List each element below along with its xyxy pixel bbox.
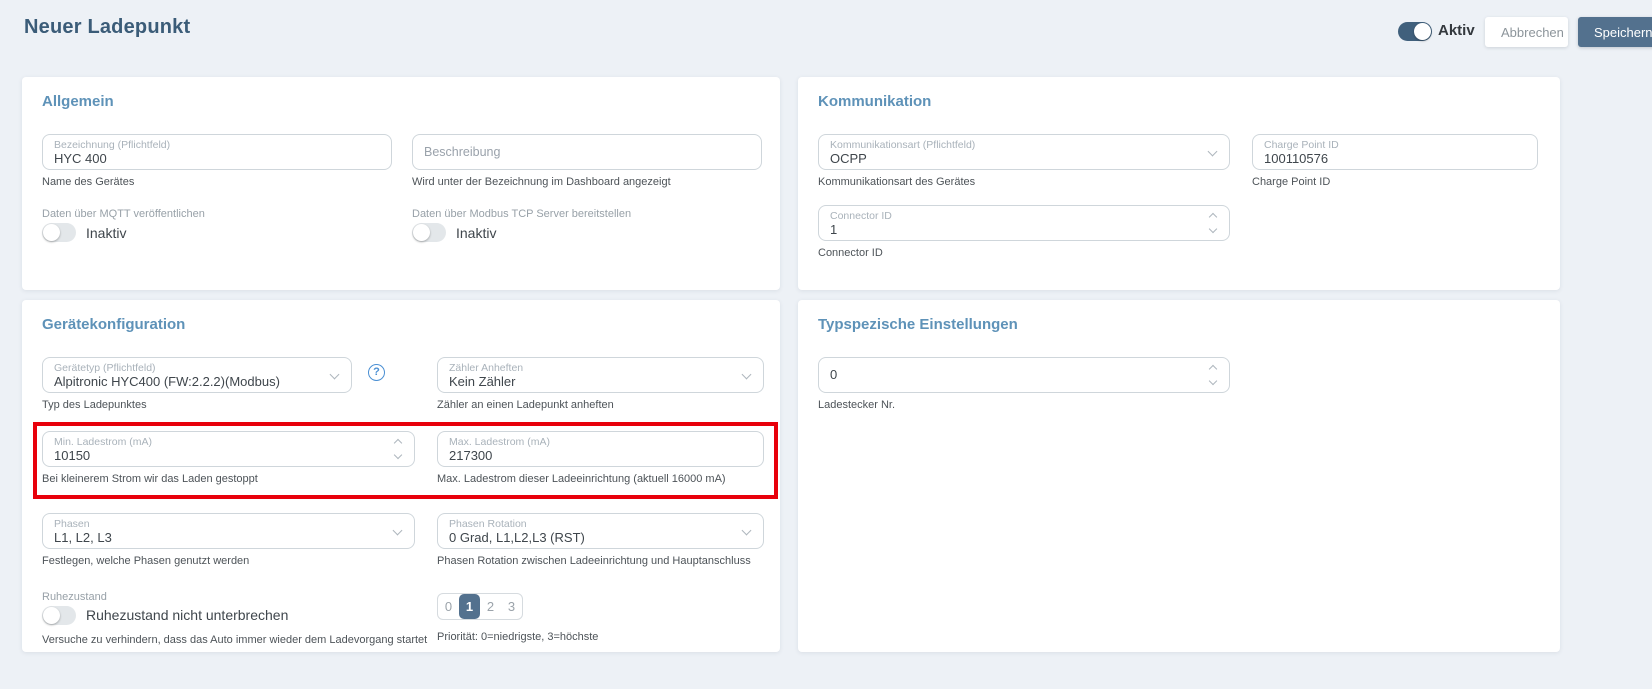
kommunikationsart-label: Kommunikationsart (Pflichtfeld) — [830, 139, 1199, 151]
geraetetyp-value: Alpitronic HYC400 (FW:2.2.2)(Modbus) — [54, 374, 321, 390]
mqtt-toggle-state: Inaktiv — [86, 225, 126, 241]
bezeichnung-input[interactable] — [54, 151, 361, 167]
geraetetyp-select[interactable]: Gerätetyp (Pflichtfeld) Alpitronic HYC40… — [42, 357, 352, 393]
bezeichnung-label: Bezeichnung (Pflichtfeld) — [54, 139, 361, 151]
phasen-helper: Festlegen, welche Phasen genutzt werden — [42, 555, 249, 567]
page-title: Neuer Ladepunkt — [24, 16, 190, 39]
chevron-down-icon — [330, 370, 340, 380]
card-typspezifisch-title: Typspezische Einstellungen — [818, 316, 1018, 333]
toggle-knob-icon — [413, 224, 430, 241]
ruhezustand-label: Ruhezustand — [42, 591, 107, 603]
chevron-down-icon — [1208, 147, 1218, 157]
connector-id-input[interactable] — [830, 222, 1199, 238]
card-kommunikation-title: Kommunikation — [818, 93, 931, 110]
spinner-up-icon[interactable] — [1209, 365, 1217, 373]
modbus-toggle-label: Daten über Modbus TCP Server bereitstell… — [412, 208, 631, 220]
modbus-toggle[interactable] — [412, 223, 446, 242]
active-toggle[interactable] — [1398, 22, 1432, 41]
max-ladestrom-helper: Max. Ladestrom dieser Ladeeinrichtung (a… — [437, 473, 726, 485]
cancel-button[interactable]: Abbrechen — [1485, 17, 1568, 47]
card-allgemein-title: Allgemein — [42, 93, 114, 110]
prioritaet-option-1[interactable]: 1 — [459, 594, 480, 619]
zaehler-helper: Zähler an einen Ladepunkt anheften — [437, 399, 614, 411]
phasen-rotation-value: 0 Grad, L1,L2,L3 (RST) — [449, 530, 733, 546]
beschreibung-field[interactable] — [412, 134, 762, 170]
ladestecker-helper: Ladestecker Nr. — [818, 399, 895, 411]
toggle-knob-icon — [1414, 23, 1431, 40]
geraetetyp-helper: Typ des Ladepunktes — [42, 399, 147, 411]
charge-point-id-helper: Charge Point ID — [1252, 176, 1330, 188]
card-allgemein: Allgemein Bezeichnung (Pflichtfeld) Name… — [22, 77, 780, 290]
card-kommunikation: Kommunikation Kommunikationsart (Pflicht… — [798, 77, 1560, 290]
card-typspezifisch: Typspezische Einstellungen Ladestecker N… — [798, 300, 1560, 652]
zaehler-label: Zähler Anheften — [449, 362, 733, 374]
prioritaet-option-2[interactable]: 2 — [480, 594, 501, 619]
chevron-down-icon — [742, 526, 752, 536]
phasen-rotation-helper: Phasen Rotation zwischen Ladeeinrichtung… — [437, 555, 751, 567]
ladestecker-input[interactable] — [830, 367, 1199, 383]
bezeichnung-field[interactable]: Bezeichnung (Pflichtfeld) — [42, 134, 392, 170]
spinner-up-icon[interactable] — [1209, 213, 1217, 221]
card-geraetekonfiguration-title: Gerätekonfiguration — [42, 316, 185, 333]
ruhezustand-state: Ruhezustand nicht unterbrechen — [86, 607, 288, 623]
min-ladestrom-field[interactable]: Min. Ladestrom (mA) — [42, 431, 415, 467]
spinner-down-icon[interactable] — [1209, 377, 1217, 385]
bezeichnung-helper: Name des Gerätes — [42, 176, 134, 188]
min-ladestrom-label: Min. Ladestrom (mA) — [54, 436, 384, 448]
save-button[interactable]: Speichern — [1578, 17, 1652, 47]
ladestecker-field[interactable] — [818, 357, 1230, 393]
card-geraetekonfiguration: Gerätekonfiguration Gerätetyp (Pflichtfe… — [22, 300, 780, 652]
prioritaet-option-3[interactable]: 3 — [501, 594, 522, 619]
mqtt-toggle-label: Daten über MQTT veröffentlichen — [42, 208, 205, 220]
spinner-down-icon[interactable] — [1209, 225, 1217, 233]
phasen-rotation-label: Phasen Rotation — [449, 518, 733, 530]
kommunikationsart-helper: Kommunikationsart des Gerätes — [818, 176, 975, 188]
phasen-rotation-select[interactable]: Phasen Rotation 0 Grad, L1,L2,L3 (RST) — [437, 513, 764, 549]
chevron-down-icon — [742, 370, 752, 380]
connector-id-field[interactable]: Connector ID — [818, 205, 1230, 241]
beschreibung-helper: Wird unter der Bezeichnung im Dashboard … — [412, 176, 671, 188]
max-ladestrom-label: Max. Ladestrom (mA) — [449, 436, 733, 448]
active-toggle-label: Aktiv — [1438, 22, 1475, 39]
beschreibung-input[interactable] — [424, 144, 731, 160]
toggle-knob-icon — [43, 607, 60, 624]
mqtt-toggle[interactable] — [42, 223, 76, 242]
ruhezustand-toggle[interactable] — [42, 606, 76, 625]
charge-point-id-input[interactable] — [1264, 151, 1507, 167]
min-ladestrom-helper: Bei kleinerem Strom wir das Laden gestop… — [42, 473, 258, 485]
spinner-down-icon[interactable] — [394, 451, 402, 459]
prioritaet-option-0[interactable]: 0 — [438, 594, 459, 619]
charge-point-id-label: Charge Point ID — [1264, 139, 1507, 151]
spinner-up-icon[interactable] — [394, 439, 402, 447]
charge-point-id-field[interactable]: Charge Point ID — [1252, 134, 1538, 170]
zaehler-value: Kein Zähler — [449, 374, 733, 390]
help-icon[interactable]: ? — [368, 364, 385, 381]
geraetetyp-label: Gerätetyp (Pflichtfeld) — [54, 362, 321, 374]
prioritaet-segmented-control: 0 1 2 3 — [437, 593, 523, 620]
ruhezustand-helper: Versuche zu verhindern, dass das Auto im… — [42, 634, 427, 646]
toggle-knob-icon — [43, 224, 60, 241]
kommunikationsart-select[interactable]: Kommunikationsart (Pflichtfeld) OCPP — [818, 134, 1230, 170]
max-ladestrom-input[interactable] — [449, 448, 733, 464]
phasen-value: L1, L2, L3 — [54, 530, 384, 546]
max-ladestrom-field[interactable]: Max. Ladestrom (mA) — [437, 431, 764, 467]
kommunikationsart-value: OCPP — [830, 151, 1199, 167]
new-chargepoint-page: Neuer Ladepunkt Aktiv Abbrechen Speicher… — [0, 0, 1652, 689]
modbus-toggle-state: Inaktiv — [456, 225, 496, 241]
min-ladestrom-input[interactable] — [54, 448, 384, 464]
phasen-select[interactable]: Phasen L1, L2, L3 — [42, 513, 415, 549]
zaehler-select[interactable]: Zähler Anheften Kein Zähler — [437, 357, 764, 393]
chevron-down-icon — [393, 526, 403, 536]
prioritaet-helper: Priorität: 0=niedrigste, 3=höchste — [437, 631, 598, 643]
connector-id-label: Connector ID — [830, 210, 1199, 222]
phasen-label: Phasen — [54, 518, 384, 530]
connector-id-helper: Connector ID — [818, 247, 883, 259]
